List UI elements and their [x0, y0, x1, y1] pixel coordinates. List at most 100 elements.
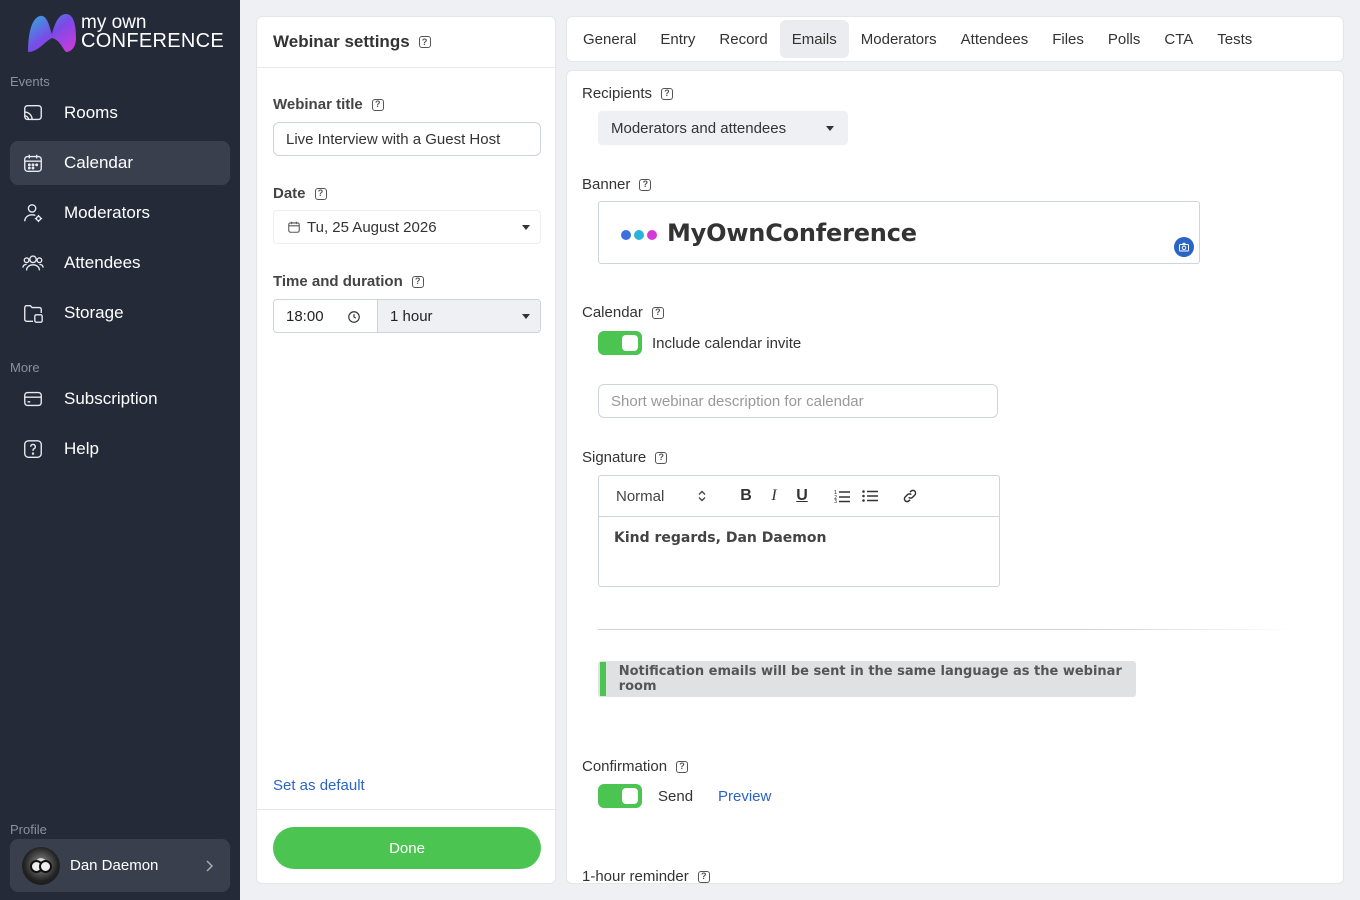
ordered-list-icon[interactable]: 123 [828, 486, 856, 506]
reminder-label: 1-hour reminder ? [582, 868, 710, 884]
webinar-title-label: Webinar title ? [273, 96, 384, 113]
bold-icon[interactable]: B [732, 486, 760, 506]
confirmation-send-label: Send [658, 788, 694, 805]
calendar-invite-toggle[interactable] [598, 331, 642, 355]
help-icon[interactable]: ? [411, 275, 424, 288]
time-value: 18:00 [286, 307, 324, 325]
recipients-select[interactable]: Moderators and attendees [598, 111, 848, 145]
profile-section-label: Profile [10, 822, 47, 837]
banner-logo-dots [621, 230, 657, 240]
signature-label: Signature ? [582, 449, 668, 466]
sidebar-item-label: Moderators [64, 203, 150, 222]
set-default-link[interactable]: Set as default [273, 777, 365, 794]
date-label: Date ? [273, 185, 327, 202]
label-text: Banner [582, 176, 631, 193]
webinar-title-input[interactable]: Live Interview with a Guest Host [273, 122, 541, 156]
card-icon [22, 388, 44, 410]
sidebar: my own CONFERENCE Events Rooms Calendar … [0, 0, 240, 900]
tab-files[interactable]: Files [1040, 20, 1096, 58]
duration-value: 1 hour [390, 307, 433, 325]
attendees-icon [22, 252, 44, 274]
toggle-knob [622, 788, 638, 804]
help-icon[interactable]: ? [639, 178, 652, 191]
sidebar-item-calendar[interactable]: Calendar [10, 141, 230, 185]
tab-emails[interactable]: Emails [779, 20, 849, 58]
help-icon [22, 438, 44, 460]
label-text: Confirmation [582, 758, 668, 775]
moderator-icon [22, 202, 44, 224]
sidebar-item-label: Rooms [64, 103, 118, 122]
tab-moderators[interactable]: Moderators [849, 20, 949, 58]
chevron-down-icon [826, 126, 834, 131]
avatar [22, 846, 60, 885]
notice-accent-bar [600, 662, 606, 696]
chevron-down-icon [522, 314, 530, 319]
signature-text[interactable]: Kind regards, Dan Daemon [599, 517, 999, 559]
tab-tests[interactable]: Tests [1205, 20, 1264, 58]
tab-polls[interactable]: Polls [1096, 20, 1153, 58]
time-input[interactable]: 18:00 [274, 300, 378, 332]
logo-line2: CONFERENCE [81, 30, 225, 52]
profile-button[interactable]: Dan Daemon [10, 839, 230, 892]
help-icon[interactable]: ? [651, 306, 664, 319]
time-duration-label: Time and duration ? [273, 273, 424, 290]
updown-icon [698, 490, 706, 502]
date-picker[interactable]: Tu, 25 August 2026 [273, 210, 541, 244]
calendar-description-input[interactable]: Short webinar description for calendar [598, 384, 998, 418]
sidebar-item-label: Subscription [64, 389, 158, 408]
label-text: 1-hour reminder [582, 868, 689, 884]
events-section-label: Events [10, 74, 50, 89]
sidebar-item-label: Attendees [64, 253, 141, 272]
sidebar-item-rooms[interactable]: Rooms [10, 91, 230, 135]
change-banner-icon[interactable] [1174, 237, 1194, 257]
app-logo[interactable]: my own CONFERENCE [26, 12, 226, 54]
emails-panel: Recipients ? Moderators and attendees Ba… [566, 70, 1344, 884]
help-icon[interactable]: ? [676, 760, 689, 773]
tab-entry[interactable]: Entry [648, 20, 707, 58]
help-icon[interactable]: ? [371, 98, 384, 111]
confirmation-label: Confirmation ? [582, 758, 689, 775]
help-icon[interactable]: ? [661, 87, 674, 100]
storage-icon [22, 302, 44, 324]
confirmation-send-toggle[interactable] [598, 784, 642, 808]
help-icon[interactable]: ? [418, 36, 431, 48]
tab-general[interactable]: General [571, 20, 648, 58]
help-icon[interactable]: ? [655, 451, 668, 464]
dot [647, 230, 657, 240]
sidebar-item-moderators[interactable]: Moderators [10, 191, 230, 235]
panel-title: Webinar settings [273, 32, 410, 51]
toggle-knob [622, 335, 638, 351]
banner-label: Banner ? [582, 176, 652, 193]
underline-icon[interactable]: U [788, 486, 816, 506]
sidebar-item-help[interactable]: Help [10, 427, 230, 471]
sidebar-item-storage[interactable]: Storage [10, 291, 230, 335]
webinar-settings-panel: Webinar settings ? Webinar title ? Live … [256, 16, 557, 884]
sidebar-item-label: Storage [64, 303, 124, 322]
dot [621, 230, 631, 240]
duration-select[interactable]: 1 hour [378, 300, 540, 332]
notice-text: Notification emails will be sent in the … [618, 664, 1122, 694]
date-value: Tu, 25 August 2026 [307, 218, 437, 236]
banner-image[interactable]: MyOwnConference [598, 201, 1200, 264]
tab-attendees[interactable]: Attendees [949, 20, 1041, 58]
help-icon[interactable]: ? [314, 187, 327, 200]
recipients-value: Moderators and attendees [611, 119, 787, 137]
italic-icon[interactable]: I [760, 486, 788, 506]
format-select[interactable]: Normal [616, 488, 706, 505]
sidebar-item-subscription[interactable]: Subscription [10, 377, 230, 421]
preview-link[interactable]: Preview [718, 788, 771, 805]
divider [257, 809, 557, 810]
link-icon[interactable] [896, 486, 924, 506]
help-icon[interactable]: ? [697, 870, 710, 883]
done-button[interactable]: Done [273, 827, 541, 869]
calendar-icon [288, 221, 300, 233]
tab-cta[interactable]: CTA [1152, 20, 1205, 58]
cast-icon [22, 102, 44, 124]
divider [598, 629, 1298, 630]
chevron-right-icon [206, 859, 214, 872]
label-text: Signature [582, 449, 647, 466]
tab-record[interactable]: Record [707, 20, 779, 58]
bullet-list-icon[interactable] [856, 486, 884, 506]
editor-toolbar: Normal B I U 123 [599, 476, 999, 517]
sidebar-item-attendees[interactable]: Attendees [10, 241, 230, 285]
